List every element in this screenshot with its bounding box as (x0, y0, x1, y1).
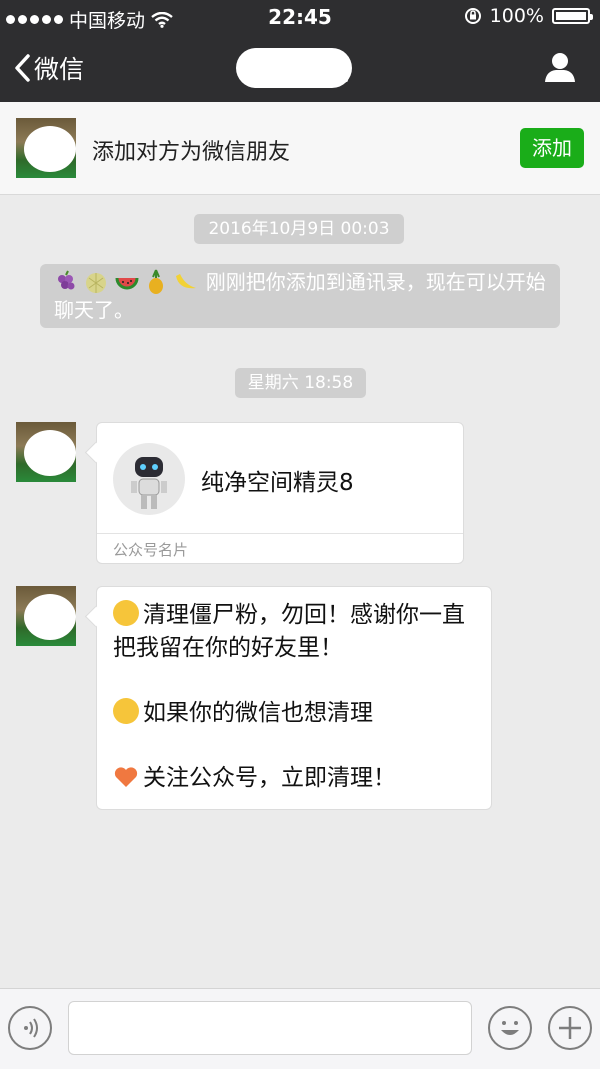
fruit-emoji-icons (54, 269, 206, 294)
input-bar (0, 988, 600, 1069)
heart-emoji-icon (114, 767, 138, 787)
official-account-card[interactable]: 纯净空间精灵8 公众号名片 (96, 422, 464, 564)
plus-icon (559, 1017, 581, 1039)
emoji-button[interactable] (488, 1006, 532, 1050)
message-line-2: 如果你的微信也想清理 (143, 700, 373, 726)
avatar-redaction-mask (24, 126, 76, 172)
add-friend-bar: 添加对方为微信朋友 添加 (0, 102, 600, 195)
message-line-3: 关注公众号，立即清理！ (143, 765, 396, 791)
voice-toggle-button[interactable] (8, 1006, 52, 1050)
person-icon (545, 53, 575, 82)
battery-percent: 100% (489, 5, 544, 27)
chat-title: 哥 (236, 48, 360, 88)
avatar[interactable] (16, 118, 76, 178)
avatar-redaction-mask (24, 430, 76, 476)
voice-icon (24, 1018, 38, 1038)
timestamp: 2016年10月9日 00:03 (194, 214, 404, 244)
battery-icon (552, 8, 593, 24)
message-text: 清理僵尸粉，勿回！感谢你一直把我留在你的好友里！ 如果你的微信也想清理 关注公众… (113, 599, 483, 795)
message-input[interactable] (68, 1001, 472, 1055)
text-message-bubble[interactable]: 清理僵尸粉，勿回！感谢你一直把我留在你的好友里！ 如果你的微信也想清理 关注公众… (96, 586, 492, 810)
nav-bar: 微信 哥 (0, 34, 600, 102)
robot-avatar-icon (113, 443, 185, 515)
avatar[interactable] (16, 586, 76, 646)
card-account-name: 纯净空间精灵8 (201, 470, 354, 496)
status-bar: 中国移动 22:45 100% (0, 0, 600, 34)
chevron-left-icon (15, 54, 30, 82)
message-line-1: 清理僵尸粉，勿回！感谢你一直把我留在你的好友里！ (113, 602, 465, 661)
avatar-redaction-mask (24, 594, 76, 640)
redacted-name-mask (236, 48, 352, 88)
watermelon-icon (115, 277, 139, 290)
add-friend-button[interactable]: 添加 (520, 128, 584, 168)
grapes-icon (58, 270, 75, 290)
timestamp: 星期六 18:58 (235, 368, 366, 398)
wondering-emoji-icon (113, 698, 139, 724)
smile-emoji-icon (113, 600, 139, 626)
system-message: 刚刚把你添加到通讯录，现在可以开始聊天了。 (40, 264, 560, 328)
melon-icon (86, 273, 107, 293)
card-type-label: 公众号名片 (113, 541, 189, 559)
card-divider (97, 533, 463, 534)
chat-info-button[interactable] (544, 52, 576, 86)
orientation-lock-icon (464, 8, 481, 24)
banana-icon (176, 274, 197, 289)
back-button[interactable]: 微信 (14, 50, 84, 86)
add-friend-prompt: 添加对方为微信朋友 (92, 140, 291, 165)
avatar[interactable] (16, 422, 76, 482)
back-label: 微信 (34, 55, 85, 84)
pineapple-icon (149, 269, 164, 294)
smiley-face-icon (501, 1021, 519, 1035)
more-options-button[interactable] (548, 1006, 592, 1050)
